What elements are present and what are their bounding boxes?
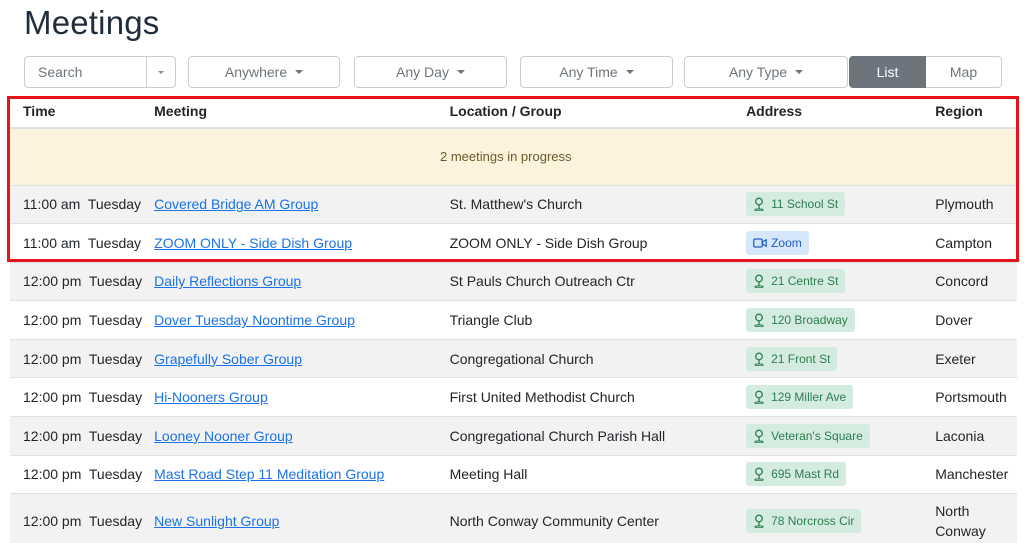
table-row: 11:00 am Tuesday ZOOM ONLY - Side Dish Gr… [10, 223, 1017, 263]
meeting-region: Exeter [935, 338, 1017, 378]
header-meeting[interactable]: Meeting [154, 94, 450, 129]
map-pin-icon [753, 274, 771, 289]
meeting-region: Concord [935, 261, 1017, 301]
meeting-location: St Pauls Church Outreach Ctr [449, 261, 747, 301]
address-text: Zoom [771, 235, 802, 250]
chevron-down-icon [456, 70, 465, 74]
meeting-time: 11:00 am Tuesday [10, 223, 155, 263]
meeting-region: Campton [935, 223, 1017, 263]
video-camera-icon [753, 237, 771, 249]
map-pin-icon [753, 467, 771, 482]
meeting-time: 12:00 pm Tuesday [10, 261, 155, 301]
meeting-location: Meeting Hall [449, 454, 747, 494]
meeting-link[interactable]: Covered Bridge AM Group [154, 196, 318, 212]
table-row: 12:00 pm Tuesday Dover Tuesday Noontime G… [10, 300, 1017, 340]
map-pin-icon [753, 313, 771, 328]
address-text: 21 Centre St [771, 274, 839, 289]
address-badge[interactable]: 120 Broadway [746, 308, 855, 333]
meeting-location: North Conway Community Center [449, 493, 747, 543]
in-progress-notice[interactable]: 2 meetings in progress [10, 127, 1017, 185]
address-badge[interactable]: Veteran's Square [746, 423, 870, 448]
map-pin-icon [753, 390, 771, 405]
header-region[interactable]: Region [935, 94, 1017, 129]
table-row: 12:00 pm Tuesday Daily Reflections Group S… [10, 261, 1017, 301]
meeting-region: Manchester [935, 454, 1017, 494]
meeting-location: Triangle Club [449, 300, 747, 340]
address-text: 21 Front St [771, 351, 831, 366]
time-filter-dropdown[interactable]: Any Time [520, 56, 673, 88]
map-pin-icon [753, 429, 771, 443]
page-title: Meetings [24, 4, 160, 41]
header-location[interactable]: Location / Group [449, 94, 747, 129]
region-filter-dropdown[interactable]: Anywhere [188, 56, 340, 88]
meeting-time: 12:00 pm Tuesday [10, 300, 155, 340]
meetings-table: Time Meeting Location / Group Address Re… [10, 94, 1017, 543]
address-badge[interactable]: 21 Centre St [746, 269, 846, 294]
meeting-link[interactable]: Grapefully Sober Group [154, 351, 302, 367]
chevron-down-icon [295, 70, 304, 74]
map-pin-icon [753, 352, 771, 366]
table-row: 11:00 am Tuesday Covered Bridge AM Group S… [10, 184, 1017, 224]
address-badge[interactable]: 695 Mast Rd [746, 462, 847, 487]
meeting-link[interactable]: Looney Nooner Group [154, 428, 293, 444]
meeting-region: Portsmouth [935, 377, 1017, 417]
meeting-link[interactable]: New Sunlight Group [154, 513, 279, 529]
in-progress-text: 2 meetings in progress [440, 149, 572, 165]
meeting-link[interactable]: Dover Tuesday Noontime Group [154, 312, 355, 328]
table-row: 12:00 pm Tuesday Looney Nooner Group Congr… [10, 416, 1017, 456]
address-text: 120 Broadway [771, 313, 848, 328]
meeting-link[interactable]: ZOOM ONLY - Side Dish Group [154, 235, 352, 251]
meeting-location: Congregational Church [449, 338, 747, 378]
search-mode-dropdown[interactable] [146, 56, 176, 88]
type-filter-dropdown[interactable]: Any Type [684, 56, 848, 88]
meeting-time: 12:00 pm Tuesday [10, 338, 155, 378]
meeting-link[interactable]: Daily Reflections Group [154, 273, 301, 289]
map-pin-icon [753, 514, 771, 528]
address-text: 78 Norcross Cir [771, 514, 855, 528]
meeting-time: 12:00 pm Tuesday [10, 454, 155, 494]
header-address[interactable]: Address [746, 94, 936, 129]
list-view-button[interactable]: List [849, 56, 926, 88]
table-row: 12:00 pm Tuesday Hi-Nooners Group First Un… [10, 377, 1017, 417]
address-badge[interactable]: 129 Miller Ave [746, 385, 854, 410]
meeting-location: ZOOM ONLY - Side Dish Group [449, 223, 747, 263]
meeting-location: First United Methodist Church [449, 377, 747, 417]
table-row: 12:00 pm Tuesday Mast Road Step 11 Medita… [10, 454, 1017, 494]
header-time[interactable]: Time [10, 94, 155, 129]
meeting-time: 12:00 pm Tuesday [10, 416, 155, 456]
address-badge[interactable]: 21 Front St [746, 346, 838, 371]
zoom-badge[interactable]: Zoom [746, 230, 809, 255]
meeting-region: Dover [935, 300, 1017, 340]
meeting-link[interactable]: Mast Road Step 11 Meditation Group [154, 466, 384, 482]
meeting-region: North Conway [935, 493, 1017, 543]
table-row: 12:00 pm Tuesday Grapefully Sober Group Co… [10, 338, 1017, 378]
search-input[interactable] [24, 56, 147, 88]
address-text: 11 School St [771, 197, 839, 212]
table-header-row: Time Meeting Location / Group Address Re… [10, 94, 1017, 129]
chevron-down-icon [158, 70, 164, 74]
day-filter-dropdown[interactable]: Any Day [354, 56, 507, 88]
meeting-time: 12:00 pm Tuesday [10, 377, 155, 417]
address-text: 695 Mast Rd [771, 467, 840, 482]
address-text: Veteran's Square [771, 428, 863, 443]
meeting-region: Plymouth [935, 184, 1017, 224]
address-badge[interactable]: 11 School St [746, 192, 846, 217]
map-pin-icon [753, 197, 771, 212]
address-badge[interactable]: 78 Norcross Cir [746, 509, 862, 533]
chevron-down-icon [625, 70, 634, 74]
view-toggle: List Map [849, 56, 1002, 88]
map-view-button[interactable]: Map [926, 56, 1002, 88]
meeting-time: 12:00 pm Tuesday [10, 493, 155, 543]
meeting-location: Congregational Church Parish Hall [449, 416, 747, 456]
chevron-down-icon [795, 70, 804, 74]
meeting-link[interactable]: Hi-Nooners Group [154, 389, 268, 405]
filter-bar: Anywhere Any Day Any Time Any Type List … [24, 56, 1002, 88]
address-text: 129 Miller Ave [771, 390, 847, 405]
table-row: 12:00 pm Tuesday New Sunlight Group North … [10, 493, 1017, 543]
meeting-region: Laconia [935, 416, 1017, 456]
meeting-time: 11:00 am Tuesday [10, 184, 155, 224]
meeting-location: St. Matthew's Church [449, 184, 747, 224]
